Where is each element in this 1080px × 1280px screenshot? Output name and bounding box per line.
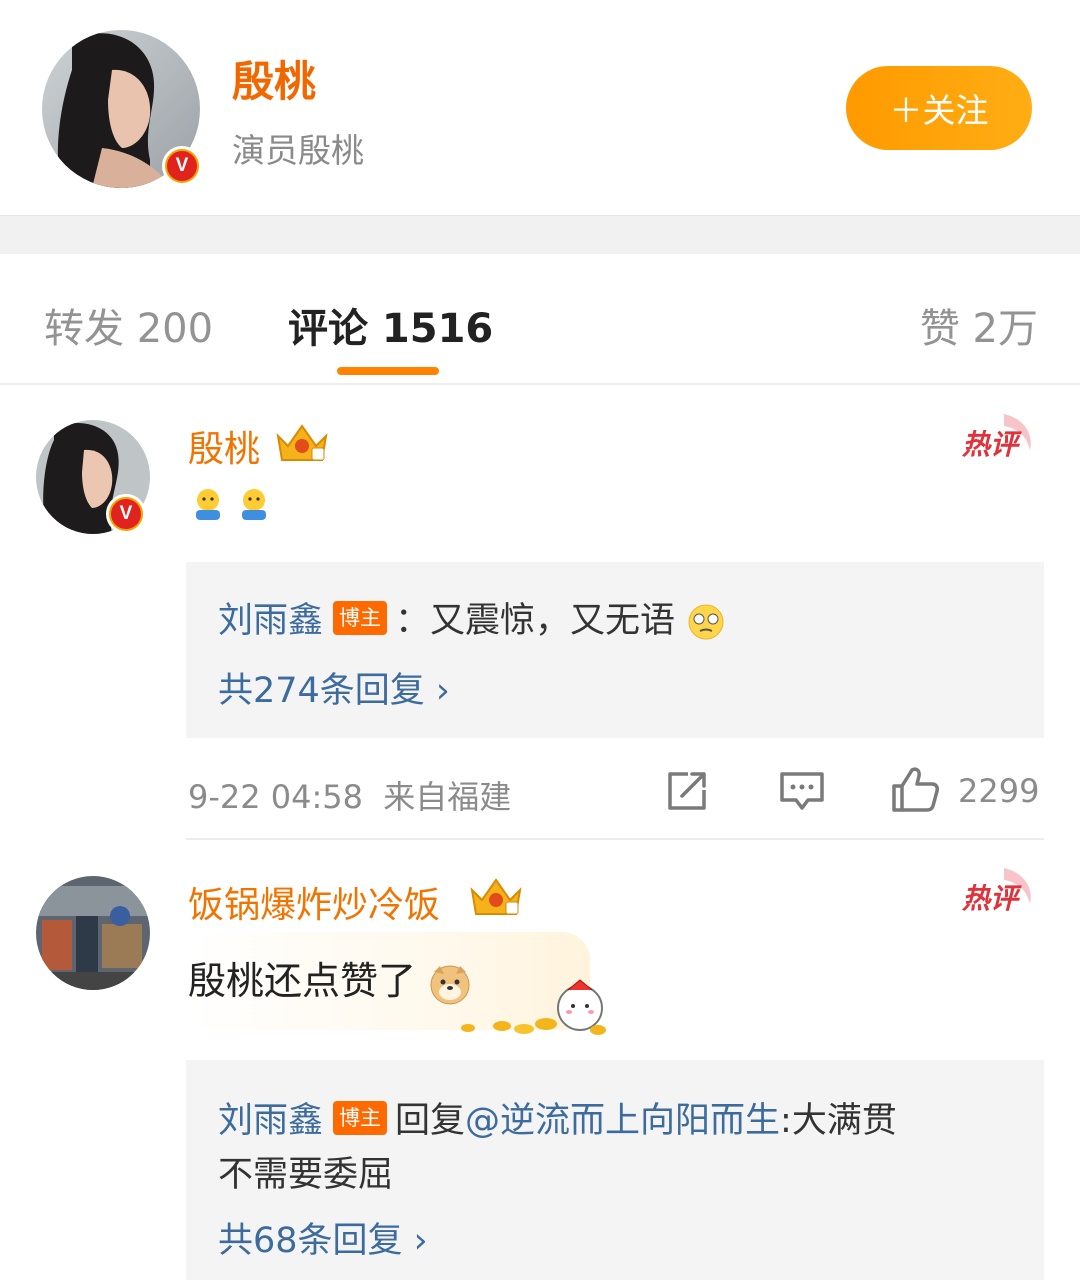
speechless-emoji-icon (688, 604, 724, 640)
reply-word: 回复 (395, 1101, 466, 1141)
view-replies-link[interactable]: 共274条回复 › (218, 662, 450, 713)
reply-line: 刘雨鑫 博主 回复@逆流而上向阳而生:大满贯 (218, 1092, 897, 1143)
reply-preview-box[interactable]: 刘雨鑫 博主 回复@逆流而上向阳而生:大满贯 不需要委屈 共68条回复 › (186, 1060, 1044, 1280)
comment-text: 殷桃还点赞了 (188, 950, 472, 1006)
comment-author[interactable]: 殷桃 (188, 420, 260, 472)
tab-repost[interactable]: 转发 200 (44, 296, 213, 354)
comment-meta: 9-22 04:58 来自福建 (188, 772, 511, 818)
comment-emoji-row (188, 486, 278, 530)
crown-badge-icon (274, 420, 330, 464)
reply-text-line2: 不需要委屈 (218, 1155, 394, 1195)
reply-preview-box[interactable]: 刘雨鑫 博主 ：又震惊，又无语 共274条回复 › (186, 562, 1044, 738)
hot-comment-label: 热评 (961, 882, 1022, 915)
tab-like[interactable]: 赞 2万 (920, 296, 1038, 354)
hot-comment-label: 热评 (961, 428, 1022, 461)
reply-mention[interactable]: @逆流而上向阳而生 (465, 1101, 780, 1141)
active-tab-indicator (337, 367, 439, 375)
like-count: 2299 (958, 772, 1040, 810)
reply-author[interactable]: 刘雨鑫 (218, 1101, 323, 1141)
tabs-divider (0, 383, 1080, 385)
comment-text-content: 殷桃还点赞了 (188, 959, 417, 1003)
emoji-icon (196, 489, 266, 520)
reply-author[interactable]: 刘雨鑫 (218, 601, 323, 641)
comment-location: 来自福建 (383, 778, 512, 816)
reply-line: 刘雨鑫 博主 ：又震惊，又无语 (218, 592, 726, 643)
section-gap (0, 215, 1080, 254)
share-icon[interactable] (664, 768, 710, 818)
hot-comment-badge-icon: 热评 (960, 410, 1038, 472)
profile-name[interactable]: 殷桃 (232, 48, 316, 109)
comment-icon[interactable] (778, 768, 826, 818)
comment-time: 9-22 04:58 (188, 778, 364, 816)
blogger-tag: 博主 (333, 601, 388, 635)
comment-author[interactable]: 饭锅爆炸炒冷饭 (188, 876, 440, 928)
follow-button[interactable]: ＋关注 (846, 66, 1032, 150)
lucky-character-sticker-icon (456, 972, 612, 1044)
verified-badge-icon: V (106, 494, 146, 534)
tab-comment[interactable]: 评论 1516 (288, 296, 493, 354)
view-replies-link[interactable]: 共68条回复 › (218, 1212, 428, 1263)
reply-text: ：又震惊，又无语 (395, 601, 676, 641)
crown-badge-icon (468, 874, 524, 918)
blogger-tag: 博主 (333, 1101, 388, 1135)
verified-badge-icon: V (162, 146, 202, 186)
comment-divider (186, 838, 1044, 840)
profile-subtitle: 演员殷桃 (232, 131, 364, 170)
reply-text: :大满贯 (780, 1101, 897, 1141)
comment-avatar[interactable] (36, 876, 150, 990)
hot-comment-badge-icon: 热评 (960, 864, 1038, 926)
like-icon[interactable] (890, 764, 940, 818)
